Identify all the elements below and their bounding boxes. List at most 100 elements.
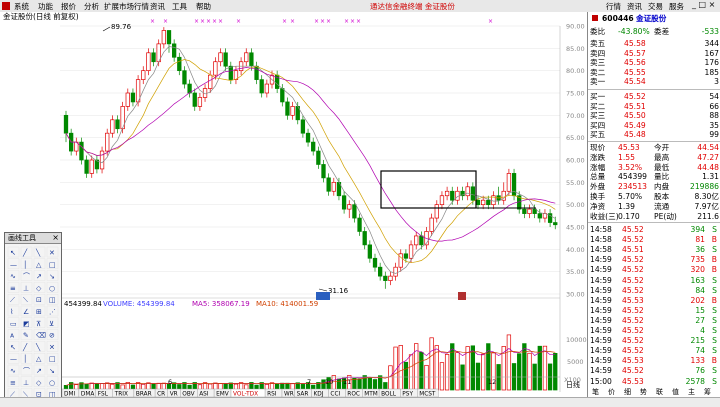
draw-tool-button[interactable]: ⋰ [46,305,59,317]
indicator-tab-boll[interactable]: BOLL [378,388,401,397]
draw-tool-button[interactable]: □ [46,258,59,269]
panel-tab-2[interactable]: 细 [624,388,631,397]
indicator-tab-vol-tdx[interactable]: VOL-TDX [230,388,266,397]
draw-tool-button[interactable]: — [7,258,20,269]
indicator-tab-sar[interactable]: SAR [294,388,312,397]
indicator-tab-vr[interactable]: VR [167,388,181,397]
menu-analysis[interactable]: 分析 [84,1,99,12]
draw-tool-button[interactable]: ≡ [7,376,20,387]
indicator-tab-roc[interactable]: ROC [345,388,363,397]
panel-tab-5[interactable]: 值 [672,388,679,397]
window-controls[interactable]: _ □ × [692,0,715,9]
draw-tool-button[interactable]: ⊥ [20,376,33,387]
draw-tool-button[interactable]: △ [33,353,46,364]
indicator-tab-dma[interactable]: DMA [78,388,97,397]
signal-mark-icon: × [326,18,331,25]
kline-chart[interactable]: 金证股份(日线 前复权) × × × × × × × × × × × × × × × × × 89.76 31.… [0,12,587,397]
draw-tool-button[interactable]: ↖ [7,341,20,352]
draw-tool-button[interactable]: ⌇ [7,305,20,317]
indicator-tab-psy[interactable]: PSY [400,388,418,397]
indicator-tab-kdj[interactable]: KDJ [311,388,329,397]
indicator-tab-cci[interactable]: CCI [328,388,346,397]
menu-news-tab[interactable]: 资讯 [627,1,642,12]
draw-tool-button[interactable]: ⊘ [46,329,59,340]
menu-quote[interactable]: 报价 [61,1,76,12]
indicator-tab-asi[interactable]: ASI [196,388,215,397]
draw-tool-button[interactable]: ∠ [20,305,33,317]
draw-tool-button[interactable]: ◇ [33,282,46,293]
menu-news[interactable]: 资讯 [150,1,165,12]
menu-trade-tab[interactable]: 交易 [648,1,663,12]
draw-tool-button[interactable]: ╲ [33,246,46,258]
indicator-tab-dmi[interactable]: DMI [61,388,80,397]
draw-tools-grid[interactable]: ↖ ╱ ╲ ✕ — │ △ □ ∿ ⌒ ↗ ↘ ≡ ⊥ ◇ ○ ⟋ ⟍ ⊡ ◫ ⌇ ∠ ⊞ ⋰ ▭ ◩ ⊼ ⊻ ᴀ ✎ ⌫ ⊘ ↖ ╱ ╲ ✕ — │ △ □… [5,244,61,400]
draw-tool-button[interactable]: ∿ [7,270,20,281]
svg-text:⊞: ⊞ [36,308,42,316]
indicator-tab-obv[interactable]: OBV [180,388,198,397]
close-icon[interactable]: × [52,233,59,243]
draw-tool-button[interactable]: ╲ [33,341,46,352]
draw-tool-button[interactable]: │ [20,353,33,364]
indicator-tab-wr[interactable]: WR [281,388,295,397]
panel-tab-0[interactable]: 笔 [592,388,599,397]
indicator-tab-emv[interactable]: EMV [213,388,232,397]
draw-tool-button[interactable]: ⊻ [46,317,59,328]
draw-tool-button[interactable]: ⌒ [20,364,33,376]
draw-tools-panel[interactable]: 画线工具 × ↖ ╱ ╲ ✕ — │ △ □ ∿ ⌒ ↗ ↘ ≡ ⊥ ◇ ○ ⟋ ⟍ ⊡ ◫ ⌇ ∠ ⊞ ⋰ ▭ ◩ ⊼ ⊻ ᴀ ✎ ⌫ ⊘ ↖… [4,232,62,402]
candle-body [172,43,177,58]
draw-tool-button[interactable]: — [7,353,20,364]
draw-tool-button[interactable]: □ [46,353,59,364]
draw-tool-button[interactable]: ⊡ [33,294,46,305]
menu-service-tab[interactable]: 服务 [669,1,684,12]
menu-help[interactable]: 帮助 [196,1,211,12]
menu-function[interactable]: 功能 [38,1,53,12]
menu-system[interactable]: 系统 [14,1,29,12]
indicator-tab-cr[interactable]: CR [154,388,168,397]
draw-tool-button[interactable]: ᴀ [7,329,20,340]
draw-tool-button[interactable]: ▭ [7,317,20,328]
panel-tab-1[interactable]: 价 [608,388,615,397]
panel-tab-7[interactable]: 筹 [704,388,711,397]
panel-tab-3[interactable]: 势 [640,388,647,397]
draw-tool-button[interactable]: ⟋ [7,294,20,305]
indicator-tab-rsi[interactable]: RSI [264,388,283,397]
menu-quote-tab[interactable]: 行情 [606,1,621,12]
draw-tool-button[interactable]: ╱ [20,341,33,352]
candle-body [316,150,321,165]
draw-tool-button[interactable]: △ [33,258,46,269]
panel-tab-4[interactable]: 联 [656,388,663,397]
draw-tool-button[interactable]: ↘ [46,270,59,281]
draw-tool-button[interactable]: ✕ [46,341,59,352]
draw-tool-button[interactable]: ↗ [33,270,46,281]
draw-tool-button[interactable]: ⌫ [33,329,46,340]
draw-tool-button[interactable]: ⊞ [33,305,46,317]
draw-tool-button[interactable]: ≡ [7,282,20,293]
draw-tool-button[interactable]: ⟍ [20,294,33,305]
menu-extended-market[interactable]: 扩展市场行情 [104,1,149,12]
indicator-tab-mtm[interactable]: MTM [362,388,380,397]
draw-tool-button[interactable]: ✎ [20,329,33,340]
draw-tool-button[interactable]: ↘ [46,364,59,376]
indicator-tab-brar[interactable]: BRAR [133,388,156,397]
draw-tool-button[interactable]: ∿ [7,364,20,376]
draw-tool-button[interactable]: ⊥ [20,282,33,293]
indicator-tab-trix[interactable]: TRIX [112,388,135,397]
draw-tool-button[interactable]: ○ [46,376,59,387]
draw-tool-button[interactable]: ╱ [20,246,33,258]
draw-tool-button[interactable]: ◩ [20,317,33,328]
draw-tool-button[interactable]: ✕ [46,246,59,258]
signal-mark-icon: × [282,18,287,25]
draw-tool-button[interactable]: ↗ [33,364,46,376]
draw-tool-button[interactable]: │ [20,258,33,269]
draw-tool-button[interactable]: ◫ [46,294,59,305]
indicator-tab-fsl[interactable]: FSL [95,388,113,397]
panel-tab-6[interactable]: 主 [688,388,695,397]
candle-body [522,208,527,214]
draw-tool-button[interactable]: ⊼ [33,317,46,328]
draw-tool-button[interactable]: ○ [46,282,59,293]
draw-tool-button[interactable]: ◇ [33,376,46,387]
indicator-tab-mcst[interactable]: MCST [417,388,439,397]
draw-tool-button[interactable]: ⌒ [20,270,33,281]
menu-tools[interactable]: 工具 [172,1,187,12]
draw-tool-button[interactable]: ↖ [7,246,20,258]
